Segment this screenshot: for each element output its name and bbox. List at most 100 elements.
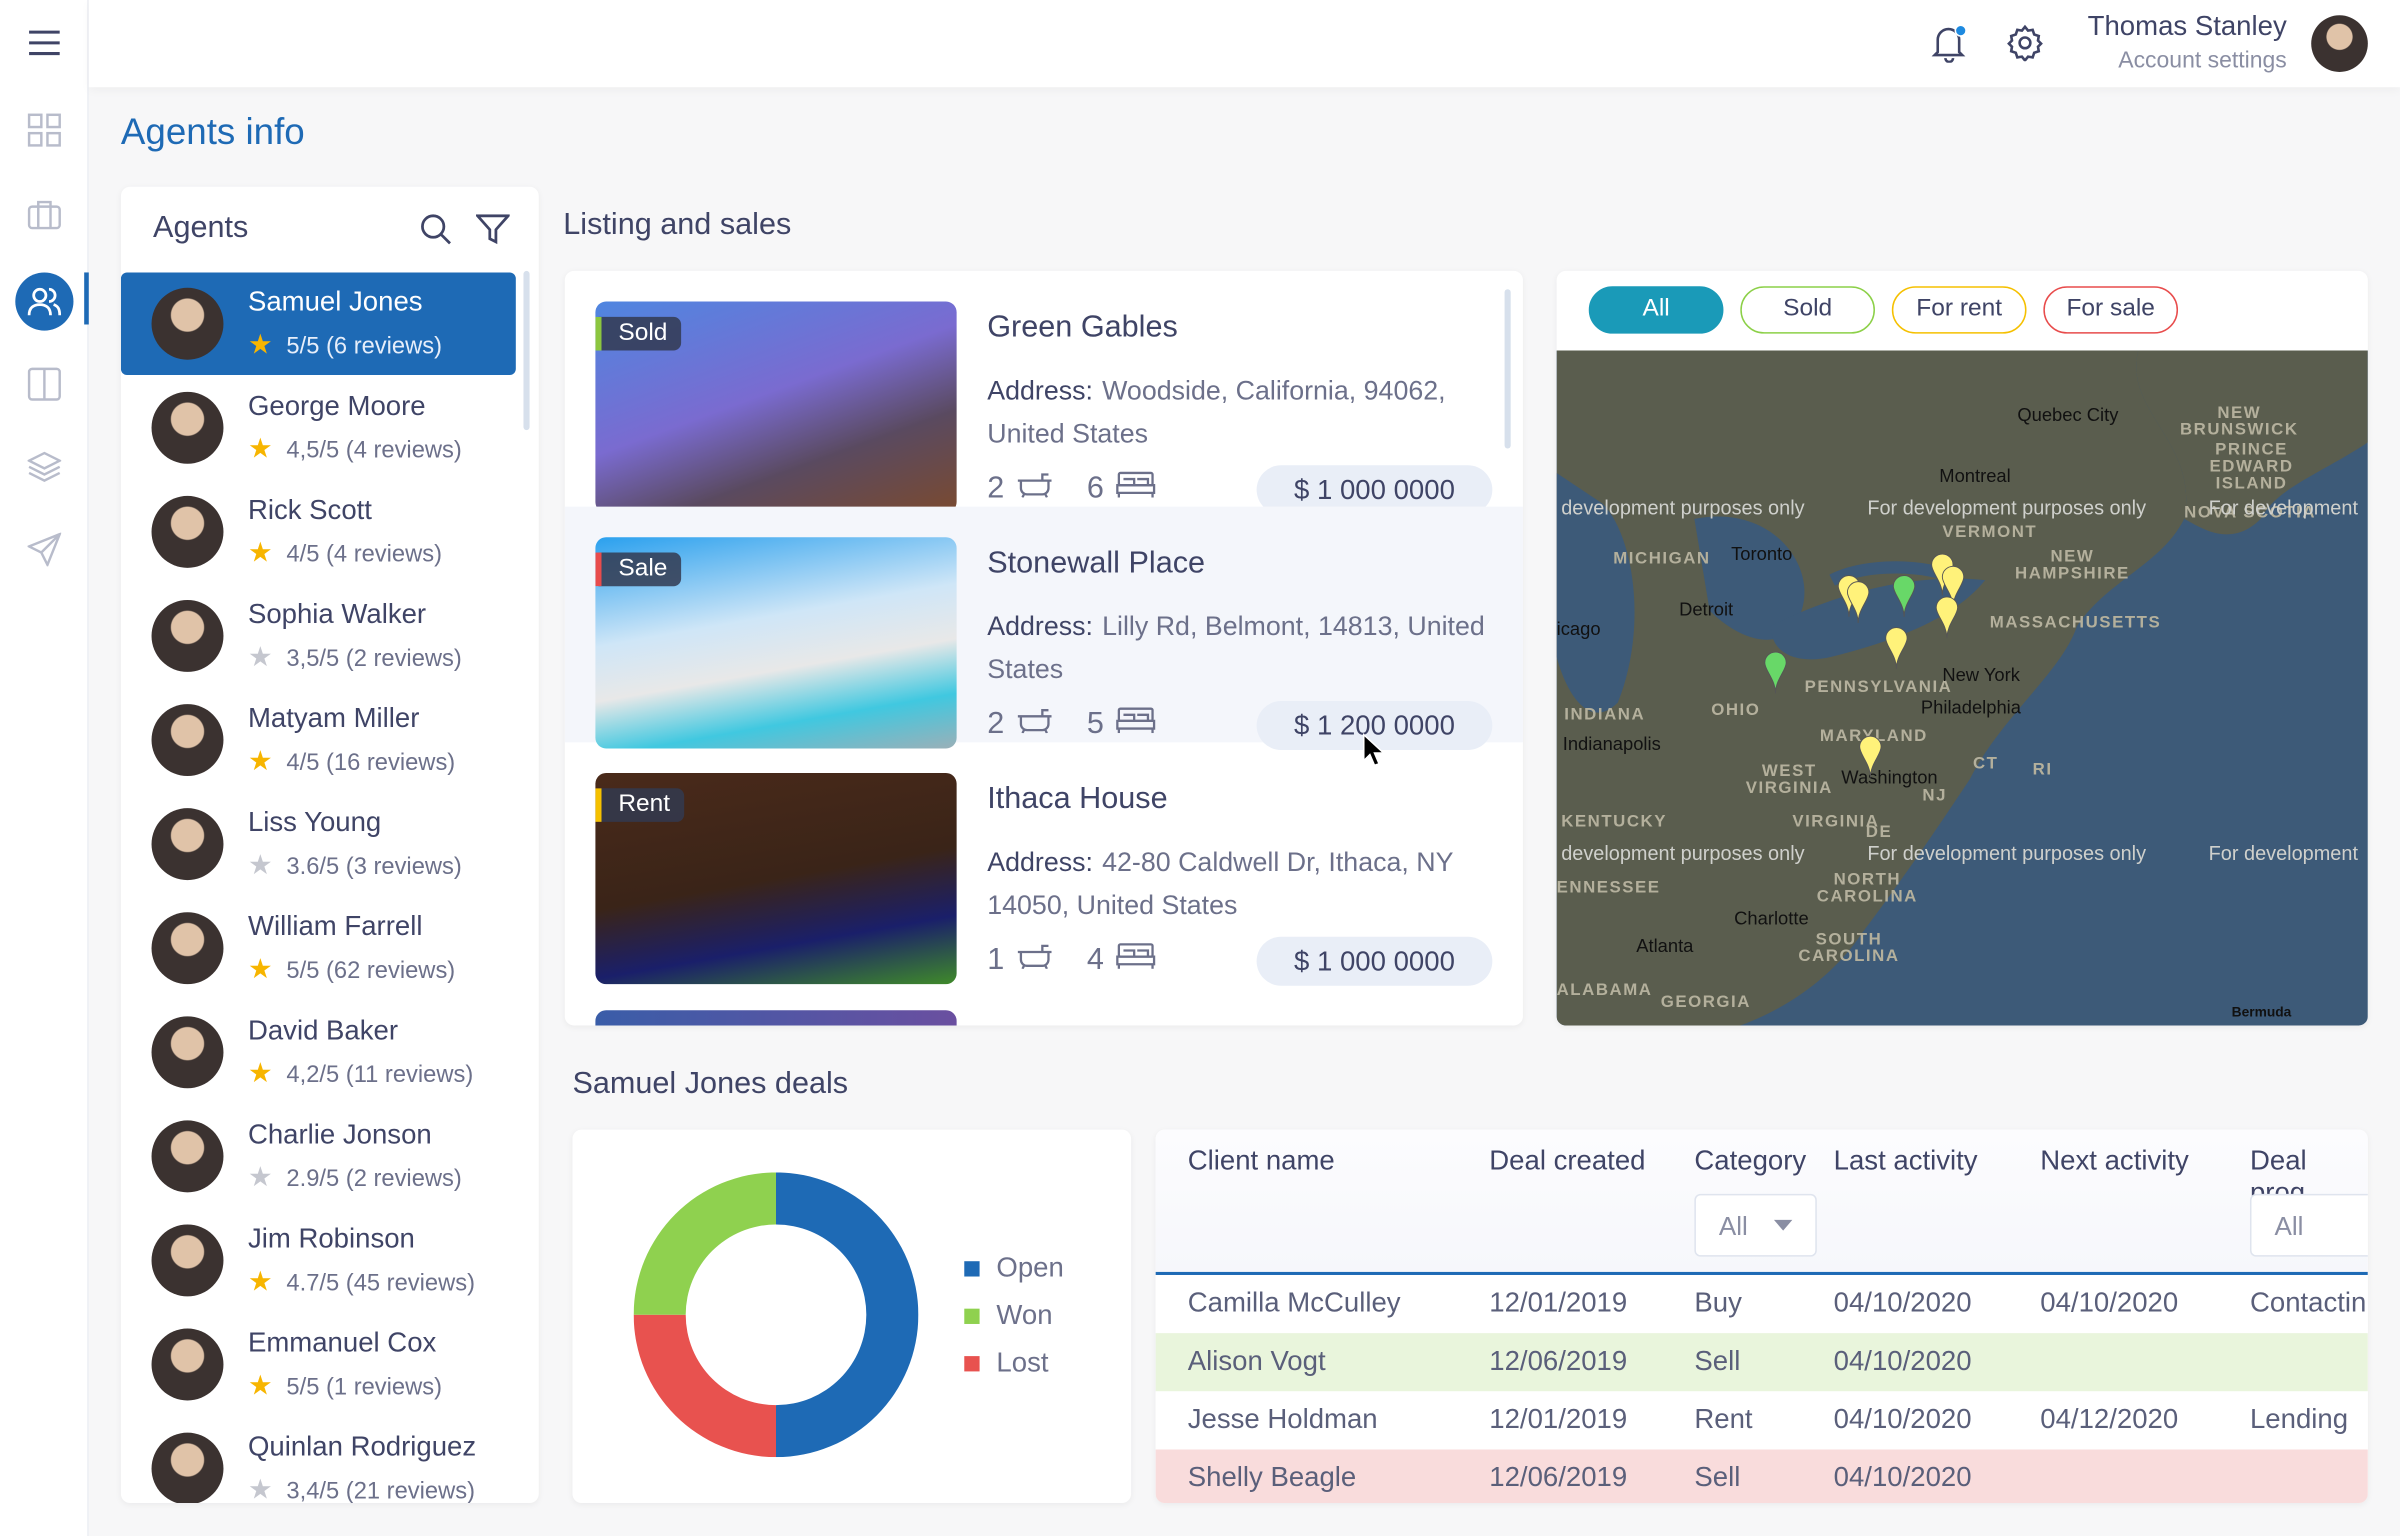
agent-item[interactable]: Matyam Miller ★ 4/5 (16 reviews) [121,689,516,792]
top-header: Thomas Stanley Account settings [88,0,2400,88]
account-settings-link[interactable]: Account settings [2118,47,2286,73]
rating-text: 5/5 (62 reviews) [286,958,456,985]
progress-filter-input[interactable]: All [2249,1193,2368,1257]
agent-item[interactable]: Samuel Jones ★ 5/5 (6 reviews) [120,272,516,375]
bath-icon [1017,706,1054,743]
listing-photo: Rent [595,772,957,985]
agent-item[interactable]: Sophia Walker ★ 3,5/5 (2 reviews) [121,585,516,688]
map-panel: All Sold For rent For sale MICHIGAN VERMONT N… [1556,270,2368,1026]
listing-item[interactable]: Sale Stonewall Place Address: Lilly Rd, Bel… [564,506,1523,750]
agent-item[interactable]: David Baker ★ 4,2/5 (11 reviews) [121,1001,516,1104]
map-city-label: Washington [1841,766,1938,789]
listing-photo: Sale [595,537,957,749]
agent-item[interactable]: Liss Young ★ 3.6/5 (3 reviews) [121,793,516,896]
star-icon: ★ [247,745,273,777]
column-header[interactable]: Next activity [2040,1145,2189,1177]
column-header[interactable]: Deal created [1489,1145,1645,1177]
map-filter-for-sale[interactable]: For sale [2043,286,2179,334]
listing-item[interactable]: Sold Green Gables Address: Woodside, Califo… [565,271,1523,515]
map-marker-icon[interactable] [1846,580,1870,623]
agent-item[interactable]: George Moore ★ 4,5/5 (4 reviews) [121,377,516,480]
column-header[interactable]: Category [1694,1145,1806,1177]
scrollbar[interactable] [1504,289,1511,449]
filter-icon[interactable] [474,214,512,252]
agent-avatar [151,495,224,568]
map-region-label: PRINCE EDWARD ISLAND [2209,440,2294,493]
agent-avatar [151,391,224,464]
map-region-label: RI [2032,760,2053,780]
table-row[interactable]: Jesse Holdman 12/01/2019 Rent 04/10/2020 04/… [1155,1391,2368,1450]
legend-swatch [964,1356,980,1372]
agent-item[interactable]: William Farrell ★ 5/5 (62 reviews) [121,897,516,1000]
map-region-label: ENNESSEE [1556,878,1661,897]
layers-icon[interactable] [21,444,67,490]
sidebar [0,0,89,1536]
map-watermark: For development purposes only [1867,495,2147,519]
map-marker-icon[interactable] [1941,565,1965,608]
agent-item[interactable]: Jim Robinson ★ 4.7/5 (45 reviews) [121,1209,516,1312]
bell-icon[interactable] [1931,23,1969,70]
agent-rating: ★ 4/5 (4 reviews) [248,537,442,569]
map[interactable]: MICHIGAN VERMONT NEW HAMPSHIRE MASSACHUSETT… [1556,350,2368,1026]
donut-slice-lost[interactable] [633,1314,777,1458]
column-header[interactable]: Client name [1188,1145,1335,1177]
agent-rating: ★ 3,4/5 (21 reviews) [248,1474,475,1503]
category-filter-select[interactable]: All [1694,1193,1817,1257]
agent-item[interactable]: Rick Scott ★ 4/5 (4 reviews) [121,481,516,584]
listing-title[interactable]: Green Gables [987,311,1178,346]
map-marker-icon[interactable] [1892,574,1916,617]
agent-item[interactable]: Quinlan Rodriguez ★ 3,4/5 (21 reviews) [121,1417,516,1504]
user-name[interactable]: Thomas Stanley [2088,11,2287,43]
table-row[interactable]: Camilla McCulley 12/01/2019 Buy 04/10/2020 0… [1155,1274,2368,1334]
map-marker-icon[interactable] [1935,595,1959,639]
menu-icon[interactable] [21,20,67,66]
table-row[interactable]: Alison Vogt 12/06/2019 Sell 04/10/2020 [1155,1333,2368,1392]
book-icon[interactable] [21,361,67,407]
briefcase-icon[interactable] [21,191,67,237]
scrollbar[interactable] [523,270,530,431]
agent-avatar [151,1432,224,1504]
column-header[interactable]: Last activity [1834,1145,1978,1177]
listing-features: 14 [987,941,1156,978]
map-marker-icon[interactable] [1858,735,1882,778]
legend-label: Open [996,1252,1064,1283]
donut-slice-won[interactable] [633,1172,777,1315]
listing-title[interactable]: Stonewall Place [987,546,1205,581]
cell-client: Shelly Beagle [1187,1461,1357,1493]
bath-icon [1017,470,1054,507]
listing-item[interactable]: Rent Ithaca House Address: 42-80 Caldwell D… [565,742,1523,986]
cell-client: Camilla McCulley [1187,1287,1401,1318]
map-marker-icon[interactable] [1763,651,1787,694]
send-icon[interactable] [21,527,67,573]
user-avatar[interactable] [2311,15,2368,72]
agent-avatar [151,1120,224,1193]
map-region-label: SOUTH CAROLINA [1798,930,1900,966]
star-icon: ★ [247,1265,273,1297]
agent-item[interactable]: Charlie Jonson ★ 2.9/5 (2 reviews) [121,1105,516,1208]
bath-icon [1017,941,1054,978]
status-badge: Rent [595,788,684,822]
agent-name: Jim Robinson [247,1222,415,1254]
gear-icon[interactable] [2007,24,2044,68]
star-icon: ★ [247,641,273,672]
map-marker-icon[interactable] [1884,626,1908,669]
map-region-label: NORTH CAROLINA [1816,870,1918,907]
agent-avatar [151,1328,224,1401]
listing-title[interactable]: Ithaca House [987,782,1167,817]
map-filter-sold[interactable]: Sold [1740,286,1875,334]
dashboard-icon[interactable] [21,107,67,153]
search-icon[interactable] [419,213,453,254]
agent-rating: ★ 2.9/5 (2 reviews) [248,1162,462,1194]
table-row[interactable]: Shelly Beagle 12/06/2019 Sell 04/10/2020 [1155,1449,2368,1504]
legend-swatch [964,1261,980,1277]
donut-slice-open[interactable] [776,1172,919,1458]
agent-item[interactable]: Emmanuel Cox ★ 5/5 (1 reviews) [121,1313,516,1416]
agents-icon[interactable] [15,272,74,331]
map-filter-all[interactable]: All [1588,286,1724,334]
cell-category: Sell [1694,1345,1741,1377]
map-city-label: Detroit [1679,598,1734,620]
map-filter-for-rent[interactable]: For rent [1891,286,2027,334]
rating-text: 4/5 (16 reviews) [286,749,456,777]
agent-rating: ★ 5/5 (1 reviews) [248,1370,442,1402]
chevron-down-icon [1773,1219,1793,1231]
